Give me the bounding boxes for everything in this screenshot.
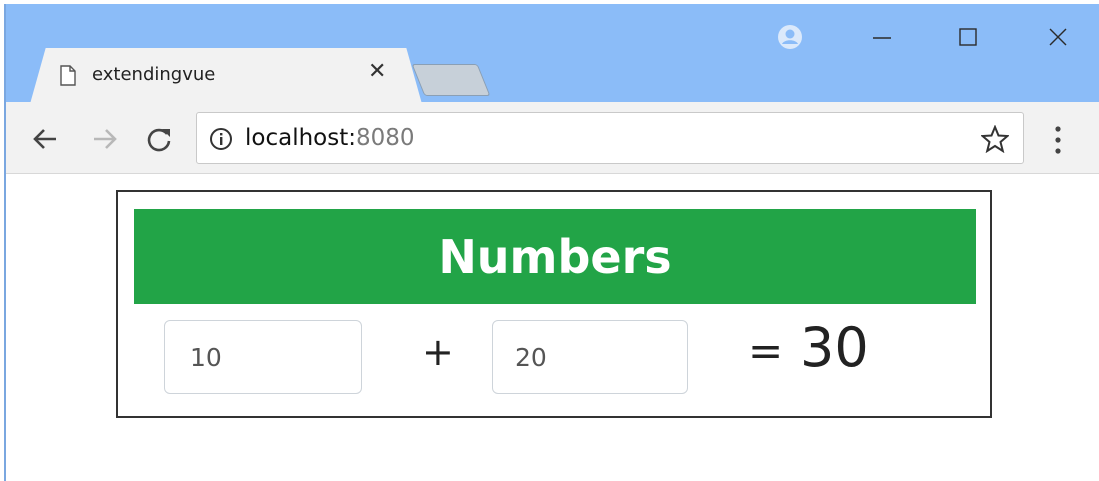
address-bar[interactable]: localhost:8080 [196, 112, 1024, 164]
second-number-input[interactable] [492, 320, 688, 394]
plus-operator: + [422, 330, 454, 374]
browser-tab[interactable]: extendingvue ✕ [30, 48, 422, 104]
back-arrow-icon[interactable] [28, 122, 62, 156]
tab-title: extendingvue [92, 64, 216, 85]
first-number-input[interactable] [164, 320, 362, 394]
url-port: 8080 [356, 125, 415, 151]
profile-icon[interactable] [770, 22, 810, 52]
forward-arrow-icon[interactable] [88, 122, 122, 156]
browser-window: extendingvue ✕ localhost:8080 Numbers 10… [4, 4, 1099, 481]
reload-icon[interactable] [142, 122, 176, 156]
browser-toolbar: localhost:8080 [6, 102, 1099, 174]
page-content: Numbers + = 30 [6, 174, 1099, 481]
numbers-panel: Numbers + = 30 [116, 190, 992, 418]
numbers-heading: Numbers [134, 209, 976, 304]
tab-close-icon[interactable]: ✕ [368, 61, 386, 83]
maximize-icon[interactable] [948, 22, 988, 52]
close-icon[interactable] [1038, 22, 1078, 52]
info-icon[interactable] [209, 127, 233, 151]
url-text[interactable]: localhost:8080 [245, 125, 415, 151]
new-tab-button[interactable] [411, 64, 491, 96]
star-icon[interactable] [981, 125, 1009, 153]
url-host: localhost: [245, 125, 356, 151]
kebab-menu-icon[interactable] [1046, 124, 1070, 156]
title-bar: extendingvue ✕ [6, 4, 1099, 104]
equals-sign: = [748, 326, 784, 375]
minimize-icon[interactable] [862, 22, 902, 52]
result-value: 30 [800, 316, 869, 379]
page-icon [60, 65, 76, 86]
